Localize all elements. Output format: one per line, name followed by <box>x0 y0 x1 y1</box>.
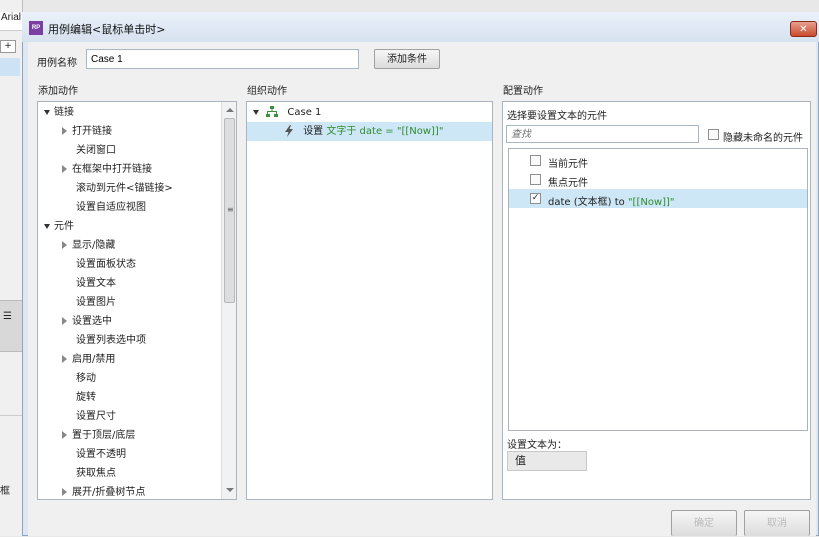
widget-label: date (文本框) to "[[Now]]" <box>548 197 675 208</box>
tree-group-label: 元件 <box>54 221 74 232</box>
set-text-label: 设置文本为： <box>507 440 567 451</box>
tree-item[interactable]: 设置选中 <box>62 312 112 331</box>
add-page-icon[interactable]: + <box>0 40 16 53</box>
tree-item[interactable]: 设置列表选中项 <box>76 331 146 350</box>
close-icon: ✕ <box>799 24 808 35</box>
tree-item[interactable]: 关闭窗口 <box>76 141 116 160</box>
add-action-header: 添加动作 <box>38 86 78 97</box>
widget-label: 当前元件 <box>548 159 588 170</box>
select-widget-label: 选择要设置文本的元件 <box>507 111 607 122</box>
add-condition-button[interactable]: 添加条件 <box>374 49 440 69</box>
widget-row[interactable]: 当前元件 <box>509 151 807 170</box>
widget-checkbox-checked[interactable]: ✓ <box>530 193 541 204</box>
dialog-title: 用例编辑<鼠标单击时> <box>48 23 166 36</box>
close-button[interactable]: ✕ <box>790 21 817 37</box>
tree-group-links[interactable]: 链接 <box>44 103 74 122</box>
tree-item[interactable]: 设置面板状态 <box>76 255 136 274</box>
widget-row[interactable]: 焦点元件 <box>509 170 807 189</box>
collapsed-arrow-icon[interactable] <box>62 488 67 496</box>
case-node[interactable]: Case 1 <box>253 103 321 122</box>
background-toolbar: ☰ <box>0 300 22 352</box>
tree-item-label: 在框架中打开链接 <box>72 164 152 175</box>
background-app-panel <box>0 0 23 536</box>
tree-item-label: 展开/折叠树节点 <box>72 487 146 498</box>
case-name-label: 用例名称 <box>37 58 77 69</box>
case-name-input[interactable] <box>86 49 359 69</box>
action-row-selected[interactable]: 设置 文字于 date = "[[Now]]" <box>247 122 492 141</box>
widget-row-selected[interactable]: ✓ date (文本框) to "[[Now]]" <box>509 189 807 208</box>
tree-item[interactable]: 设置不透明 <box>76 445 126 464</box>
value-type-select[interactable]: 值 <box>507 451 587 471</box>
action-prefix: 设置 <box>303 126 324 137</box>
collapsed-arrow-icon[interactable] <box>62 431 67 439</box>
cancel-button[interactable]: 取消 <box>744 510 810 536</box>
tree-item[interactable]: 显示/隐藏 <box>62 236 115 255</box>
tree-item[interactable]: 设置自适应视图 <box>76 198 146 217</box>
tree-item-label: 启用/禁用 <box>72 354 116 365</box>
collapsed-arrow-icon[interactable] <box>62 241 67 249</box>
grip-icon: ≡ <box>227 205 234 214</box>
case-label: Case 1 <box>287 107 322 118</box>
tree-item-label: 置于顶层/底层 <box>72 430 136 441</box>
collapsed-arrow-icon[interactable] <box>62 127 67 135</box>
action-detail: 文字于 date = "[[Now]]" <box>326 126 444 137</box>
add-action-tree: 链接 打开链接 关闭窗口 在框架中打开链接 滚动到元件<锚链接> 设置自适应视图… <box>37 101 237 500</box>
tree-item[interactable]: 启用/禁用 <box>62 350 115 369</box>
collapsed-arrow-icon[interactable] <box>62 355 67 363</box>
tree-scrollbar[interactable]: ≡ <box>221 102 236 499</box>
scroll-up-arrow-icon[interactable] <box>226 108 234 112</box>
widget-checkbox[interactable] <box>530 174 541 185</box>
tree-item[interactable]: 置于顶层/底层 <box>62 426 135 445</box>
checkmark-icon: ✓ <box>531 193 540 203</box>
menu-icon[interactable]: ☰ <box>3 311 12 322</box>
hide-unnamed-label: 隐藏未命名的元件 <box>723 133 803 144</box>
divider <box>0 415 22 416</box>
tree-item[interactable]: 旋转 <box>76 388 96 407</box>
tree-item[interactable]: 移动 <box>76 369 96 388</box>
tree-item[interactable]: 设置图片 <box>76 293 116 312</box>
font-name-field[interactable]: Arial <box>0 12 23 31</box>
tree-item[interactable]: 滚动到元件<锚链接> <box>76 179 173 198</box>
hide-unnamed-checkbox[interactable] <box>708 129 719 140</box>
expanded-arrow-icon[interactable] <box>44 109 50 115</box>
collapsed-arrow-icon[interactable] <box>62 317 67 325</box>
background-label: 框 <box>0 486 10 497</box>
configure-action-panel: 选择要设置文本的元件 隐藏未命名的元件 当前元件 焦点元件 ✓ date (文本… <box>502 101 811 500</box>
widget-list: 当前元件 焦点元件 ✓ date (文本框) to "[[Now]]" <box>508 148 808 431</box>
tree-group-label: 链接 <box>54 107 74 118</box>
tree-item[interactable]: 在框架中打开链接 <box>62 160 152 179</box>
tree-group-widgets[interactable]: 元件 <box>44 217 74 236</box>
collapsed-arrow-icon[interactable] <box>62 165 67 173</box>
scroll-down-arrow-icon[interactable] <box>226 488 234 492</box>
widget-search-input[interactable] <box>506 125 699 143</box>
scrollbar-thumb[interactable]: ≡ <box>224 118 235 303</box>
tree-item-label: 显示/隐藏 <box>72 240 116 251</box>
tree-item[interactable]: 设置文本 <box>76 274 116 293</box>
widget-label: 焦点元件 <box>548 178 588 189</box>
tree-item-label: 设置选中 <box>72 316 112 327</box>
configure-action-header: 配置动作 <box>503 86 543 97</box>
axure-rp-icon: RP <box>29 21 43 35</box>
lightning-icon <box>285 125 293 137</box>
ok-button[interactable]: 确定 <box>671 510 737 536</box>
expanded-arrow-icon[interactable] <box>253 109 259 115</box>
widget-checkbox[interactable] <box>530 155 541 166</box>
tree-item[interactable]: 打开链接 <box>62 122 112 141</box>
tree-item[interactable]: 展开/折叠树节点 <box>62 483 146 499</box>
tree-item-label: 打开链接 <box>72 126 112 137</box>
tree-item[interactable]: 设置尺寸 <box>76 407 116 426</box>
case-icon <box>266 106 279 117</box>
organize-action-tree: Case 1 设置 文字于 date = "[[Now]]" <box>246 101 493 500</box>
expanded-arrow-icon[interactable] <box>44 223 50 229</box>
organize-action-header: 组织动作 <box>247 86 287 97</box>
tree-item[interactable]: 获取焦点 <box>76 464 116 483</box>
selected-page-row[interactable] <box>0 58 20 76</box>
